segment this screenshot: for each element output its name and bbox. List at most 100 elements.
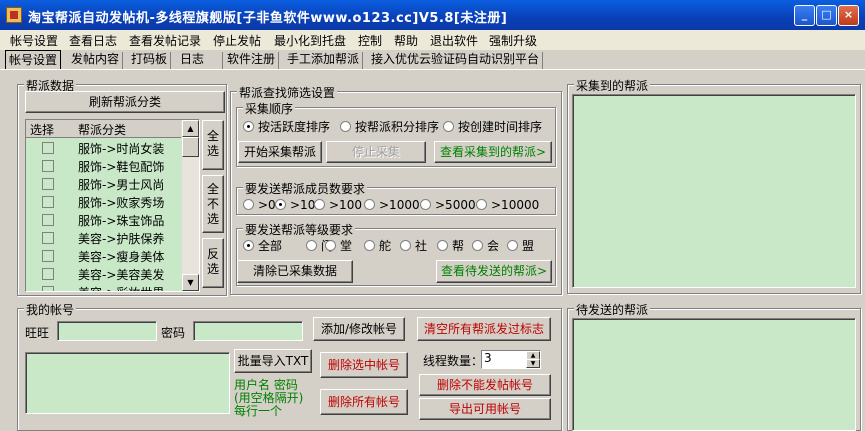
order-radio-label: 按活跃度排序	[258, 120, 331, 134]
category-checkbox[interactable]	[42, 142, 54, 154]
stop-collect-button[interactable]: 停止采集	[326, 141, 426, 163]
menu-help[interactable]: 帮助	[394, 32, 418, 49]
members-radio-2[interactable]: >100	[314, 198, 362, 212]
category-table[interactable]: 选择 帮派分类 服饰->时尚女装 服饰->鞋包配饰 服饰->男士风尚 服饰->败家秀场…	[25, 119, 200, 292]
menu-bar: 帐号设置 查看日志 查看发帖记录 停止发帖 最小化到托盘 控制 帮助 退出软件 …	[0, 30, 865, 50]
members-radio-0[interactable]: >0	[243, 198, 276, 212]
scroll-down-icon[interactable]: ▼	[182, 274, 199, 291]
export-usable-accounts-button[interactable]: 导出可用帐号	[419, 398, 551, 420]
minimize-button[interactable]: _	[794, 5, 815, 26]
members-radio-label: >100	[329, 198, 362, 212]
scroll-up-icon[interactable]: ▲	[182, 120, 199, 137]
category-label: 美容->瘦身美体	[78, 250, 165, 264]
password-label: 密码	[161, 326, 186, 340]
level-radio-5[interactable]: 帮	[437, 237, 464, 254]
level-radio-6[interactable]: 会	[472, 237, 499, 254]
category-row[interactable]: 美容->瘦身美体	[26, 247, 181, 265]
import-txt-button[interactable]: 批量导入TXT	[234, 349, 312, 373]
collected-factions-list[interactable]	[572, 94, 856, 288]
radio-dot-icon	[314, 199, 325, 210]
category-checkbox[interactable]	[42, 286, 54, 291]
password-input[interactable]	[193, 321, 303, 341]
clear-collected-button[interactable]: 清除已采集数据	[237, 260, 353, 283]
account-list[interactable]	[25, 352, 230, 414]
select-all-button[interactable]: 全选	[202, 120, 224, 170]
radio-dot-icon	[340, 121, 351, 132]
menu-control[interactable]: 控制	[358, 32, 382, 49]
delete-unusable-accounts-button[interactable]: 删除不能发帖帐号	[419, 374, 551, 396]
order-radio-0[interactable]: 按活跃度排序	[243, 118, 330, 135]
radio-dot-icon	[243, 240, 254, 251]
refresh-categories-button[interactable]: 刷新帮派分类	[25, 91, 225, 113]
order-radio-1[interactable]: 按帮派积分排序	[340, 118, 439, 135]
scroll-thumb[interactable]	[182, 137, 199, 157]
level-radio-label: 堂	[340, 239, 353, 253]
level-radio-3[interactable]: 舵	[364, 237, 391, 254]
col-category: 帮派分类	[78, 123, 127, 137]
my-accounts-title: 我的帐号	[24, 301, 77, 318]
tab-account-settings[interactable]: 帐号设置	[5, 50, 62, 70]
category-label: 服饰->男士风尚	[78, 178, 165, 192]
start-collect-button[interactable]: 开始采集帮派	[238, 141, 322, 163]
menu-view-log[interactable]: 查看日志	[69, 32, 117, 49]
level-radio-label: 舵	[379, 239, 392, 253]
menu-stop-posting[interactable]: 停止发帖	[213, 32, 261, 49]
menu-minimize-tray[interactable]: 最小化到托盘	[274, 32, 346, 49]
category-checkbox[interactable]	[42, 178, 54, 190]
invert-selection-button[interactable]: 反选	[202, 238, 224, 288]
thread-count-stepper[interactable]: 3 ▲ ▼	[481, 350, 541, 369]
menu-force-upgrade[interactable]: 强制升级	[489, 32, 537, 49]
menu-exit[interactable]: 退出软件	[430, 32, 478, 49]
delete-selected-account-button[interactable]: 删除选中帐号	[320, 352, 408, 378]
members-radio-label: >10	[290, 198, 316, 212]
members-radio-4[interactable]: >5000	[420, 198, 476, 212]
category-row[interactable]: 服饰->鞋包配饰	[26, 157, 181, 175]
deselect-all-button[interactable]: 全不选	[202, 175, 224, 233]
category-row[interactable]: 美容->美容美发	[26, 265, 181, 283]
tab-add-faction[interactable]: 手工添加帮派	[284, 52, 364, 69]
level-radio-4[interactable]: 社	[400, 237, 427, 254]
view-pending-button[interactable]: 查看待发送的帮派>	[436, 260, 552, 283]
wangwang-input[interactable]	[57, 321, 157, 341]
category-checkbox[interactable]	[42, 232, 54, 244]
tab-post-content[interactable]: 发帖内容	[68, 52, 124, 69]
members-radio-3[interactable]: >1000	[364, 198, 420, 212]
level-radio-7[interactable]: 盟	[507, 237, 534, 254]
category-checkbox[interactable]	[42, 268, 54, 280]
members-radio-5[interactable]: >10000	[476, 198, 539, 212]
category-checkbox[interactable]	[42, 160, 54, 172]
category-row[interactable]: 美容->护肤保养	[26, 229, 181, 247]
members-radio-1[interactable]: >10	[275, 198, 315, 212]
category-row[interactable]: 服饰->珠宝饰品	[26, 211, 181, 229]
category-row[interactable]: 服饰->时尚女装	[26, 139, 181, 157]
tab-captcha-platform[interactable]: 接入优优云验证码自动识别平台	[368, 52, 544, 69]
wangwang-label: 旺旺	[25, 326, 50, 340]
maximize-button[interactable]: □	[816, 5, 837, 26]
clear-sent-flags-button[interactable]: 清空所有帮派发过标志	[417, 317, 551, 341]
order-radio-2[interactable]: 按创建时间排序	[443, 118, 542, 135]
category-checkbox[interactable]	[42, 250, 54, 262]
level-radio-0[interactable]: 全部	[243, 237, 282, 254]
category-checkbox[interactable]	[42, 214, 54, 226]
category-row[interactable]: 服饰->败家秀场	[26, 193, 181, 211]
category-label: 服饰->珠宝饰品	[78, 214, 165, 228]
window-title: 淘宝帮派自动发帖机-多线程旗舰版[子非鱼软件www.o123.cc]V5.8[未…	[28, 11, 508, 26]
filter-settings-title: 帮派查找筛选设置	[237, 84, 338, 101]
level-radio-2[interactable]: 堂	[325, 237, 352, 254]
category-row[interactable]: 服饰->男士风尚	[26, 175, 181, 193]
radio-dot-icon	[306, 240, 317, 251]
category-scrollbar[interactable]: ▲ ▼	[182, 120, 199, 291]
tab-captcha[interactable]: 打码板	[128, 52, 172, 69]
view-collected-button[interactable]: 查看采集到的帮派>	[434, 141, 552, 163]
add-edit-account-button[interactable]: 添加/修改帐号	[313, 317, 405, 341]
category-checkbox[interactable]	[42, 196, 54, 208]
stepper-down-icon[interactable]: ▼	[526, 359, 540, 368]
pending-factions-list[interactable]	[572, 318, 856, 431]
tab-registration[interactable]: 软件注册	[224, 52, 280, 69]
tab-log[interactable]: 日志	[177, 52, 223, 69]
category-row[interactable]: 美容->彩妆世界	[26, 283, 181, 291]
menu-account-settings[interactable]: 帐号设置	[10, 32, 58, 49]
menu-view-post-records[interactable]: 查看发帖记录	[129, 32, 201, 49]
close-button[interactable]: ×	[838, 5, 859, 26]
delete-all-accounts-button[interactable]: 删除所有帐号	[320, 389, 408, 415]
